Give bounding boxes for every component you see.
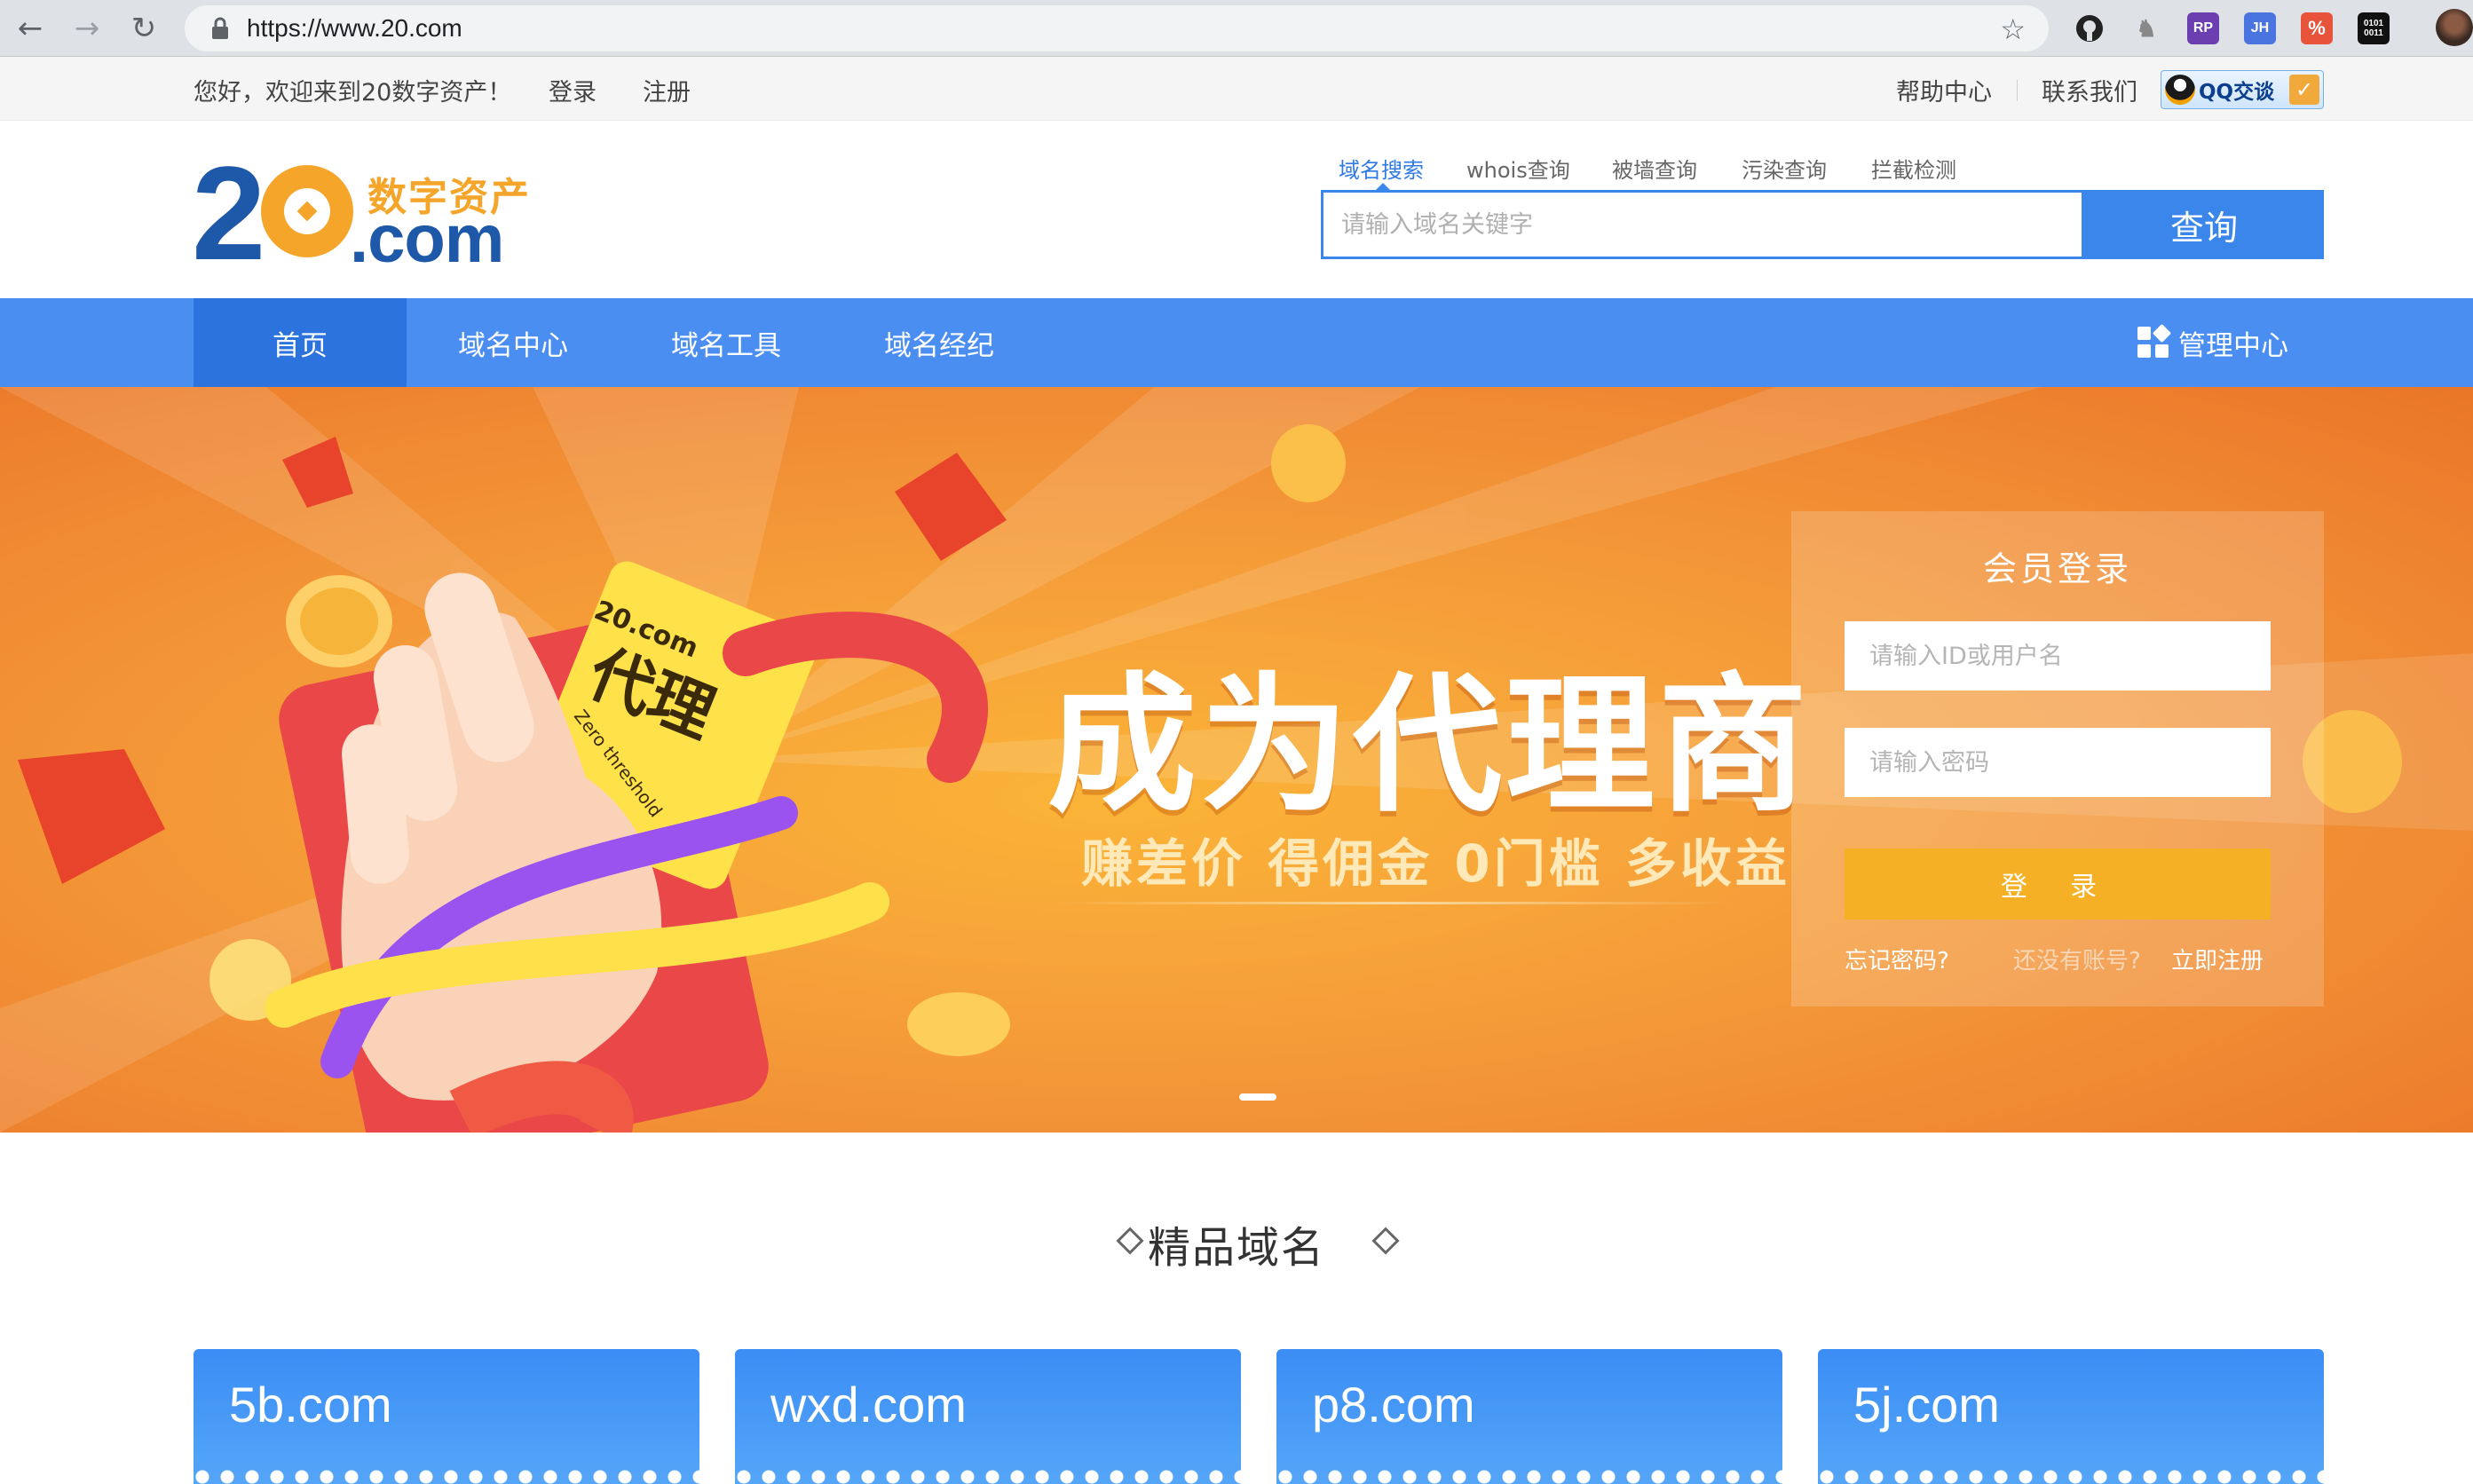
username-input[interactable] xyxy=(1845,621,2271,691)
management-center-link[interactable]: 管理中心 xyxy=(2137,298,2288,387)
qq-penguin-icon xyxy=(2165,75,2195,105)
no-account-text: 还没有账号? xyxy=(2013,948,2141,975)
address-bar[interactable]: https://www.20.com ☆ xyxy=(185,5,2049,51)
nav-item-domain-center[interactable]: 域名中心 xyxy=(407,298,620,387)
greeting-text: 您好，欢迎来到20数字资产！ xyxy=(194,79,512,107)
banner-divider xyxy=(1056,902,1731,904)
domain-name: 5b.com xyxy=(229,1377,392,1433)
topbar-register-link[interactable]: 注册 xyxy=(643,73,691,107)
carousel-dot[interactable] xyxy=(1239,1093,1276,1101)
url-text: https://www.20.com xyxy=(247,14,462,42)
card-perforation xyxy=(194,1468,699,1484)
topbar-login-link[interactable]: 登录 xyxy=(549,73,597,107)
forgot-password-link[interactable]: 忘记密码? xyxy=(1845,943,1949,975)
tree-icon[interactable]: ♞ xyxy=(2130,12,2162,44)
domain-name: p8.com xyxy=(1312,1377,1475,1433)
domain-card[interactable]: p8.com xyxy=(1276,1349,1782,1484)
register-now-link[interactable]: 立即注册 xyxy=(2171,943,2264,975)
active-tab-caret xyxy=(1376,183,1390,190)
card-perforation xyxy=(735,1468,1241,1484)
top-info-bar: 您好，欢迎来到20数字资产！ 登录 注册 帮助中心 联系我们 QQ交谈 ✓ xyxy=(0,57,2473,121)
card-perforation xyxy=(1818,1468,2324,1484)
help-center-link[interactable]: 帮助中心 xyxy=(1896,73,1992,107)
forward-icon[interactable]: → xyxy=(66,7,108,50)
domain-name: wxd.com xyxy=(770,1377,967,1433)
section-title: 精品域名 xyxy=(1147,1223,1325,1273)
bookmark-star-icon[interactable]: ☆ xyxy=(2000,12,2026,46)
grid-icon xyxy=(2137,323,2172,359)
svg-text:2: 2 xyxy=(192,147,265,272)
contact-link[interactable]: 联系我们 xyxy=(2042,73,2137,107)
logo-number[interactable]: 2 xyxy=(192,138,360,288)
jh-icon[interactable]: JH xyxy=(2244,12,2276,44)
login-button[interactable]: 登 录 xyxy=(1845,849,2271,920)
site-header: 2 数字资产 .com 域名搜索 whois查询 被墙查询 污染查询 拦截检测 … xyxy=(0,121,2473,298)
github-icon[interactable] xyxy=(2074,12,2106,44)
card-perforation xyxy=(1276,1468,1782,1484)
promo-banner[interactable]: 代理 20.com Zero threshold 成为代理商 赚差价 得佣金 0… xyxy=(0,387,2473,1133)
banner-title: 成为代理商 xyxy=(1047,659,1811,833)
reload-icon[interactable]: ↻ xyxy=(122,7,165,50)
nav-item-domain-tools[interactable]: 域名工具 xyxy=(620,298,833,387)
translate-icon[interactable]: % xyxy=(2301,12,2333,44)
rp-icon[interactable]: RP xyxy=(2187,12,2219,44)
tab-intercept-check[interactable]: 拦截检测 xyxy=(1871,153,1956,184)
binary-icon[interactable]: 0101 0011 xyxy=(2358,12,2390,44)
search-box xyxy=(1321,190,2084,259)
search-button[interactable]: 查询 xyxy=(2084,190,2324,259)
domain-card[interactable]: 5j.com xyxy=(1818,1349,2324,1484)
divider xyxy=(2017,80,2018,101)
tab-pollution-check[interactable]: 污染查询 xyxy=(1742,153,1827,184)
check-icon: ✓ xyxy=(2289,75,2319,105)
logo-domain-suffix: .com xyxy=(350,201,504,277)
domain-card[interactable]: wxd.com xyxy=(735,1349,1241,1484)
main-nav: 首页 域名中心 域名工具 域名经纪 管理中心 xyxy=(0,298,2473,387)
login-panel: 会员登录 登 录 忘记密码? 还没有账号? 立即注册 xyxy=(1791,511,2324,1006)
tab-whois[interactable]: whois查询 xyxy=(1466,153,1570,184)
qq-chat-button[interactable]: QQ交谈 ✓ xyxy=(2161,70,2324,109)
banner-subtitle: 赚差价 得佣金 0门槛 多收益 xyxy=(1081,833,1790,894)
login-title: 会员登录 xyxy=(1982,549,2132,588)
nav-item-domain-broker[interactable]: 域名经纪 xyxy=(833,298,1046,387)
tab-blocked-check[interactable]: 被墙查询 xyxy=(1612,153,1697,184)
domain-card[interactable]: 5b.com xyxy=(194,1349,699,1484)
profile-avatar[interactable] xyxy=(2436,9,2473,46)
nav-item-home[interactable]: 首页 xyxy=(194,298,407,387)
management-center-label: 管理中心 xyxy=(2178,329,2288,362)
lock-icon xyxy=(209,17,233,40)
domain-name: 5j.com xyxy=(1853,1377,2000,1433)
qq-chat-label: QQ交谈 xyxy=(2199,81,2275,104)
password-input[interactable] xyxy=(1845,728,2271,797)
search-input[interactable] xyxy=(1341,193,2051,257)
back-icon[interactable]: ← xyxy=(9,7,51,50)
tab-domain-search[interactable]: 域名搜索 xyxy=(1339,153,1424,184)
browser-toolbar: ← → ↻ https://www.20.com ☆ ♞ RP JH % 010… xyxy=(0,0,2473,57)
